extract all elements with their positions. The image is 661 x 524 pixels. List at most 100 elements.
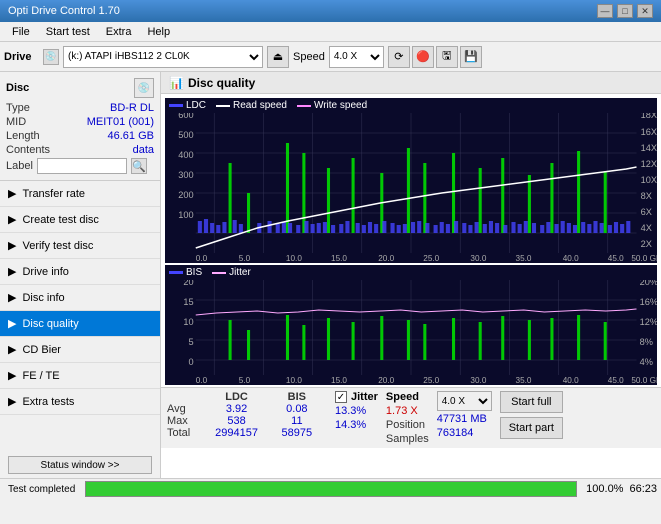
toolbar-btn-3[interactable]: 🖫	[436, 46, 458, 68]
nav-items: ▶ Transfer rate ▶ Create test disc ▶ Ver…	[0, 181, 160, 450]
disc-label-row: Label 🔍	[6, 158, 154, 174]
total-ldc-val: 2994157	[206, 427, 266, 439]
eject-button[interactable]: ⏏	[267, 46, 289, 68]
svg-text:16X: 16X	[641, 127, 657, 137]
svg-text:20.0: 20.0	[378, 254, 394, 263]
svg-text:0.0: 0.0	[196, 254, 208, 263]
nav-extra-tests[interactable]: ▶ Extra tests	[0, 389, 160, 415]
toolbar-btn-1[interactable]: ⟳	[388, 46, 410, 68]
progress-bar-outer	[85, 481, 577, 497]
menu-file[interactable]: File	[4, 24, 38, 40]
read-speed-legend-label: Read speed	[233, 100, 287, 111]
svg-text:0.0: 0.0	[196, 376, 208, 385]
disc-type-value: BD-R DL	[110, 102, 154, 114]
max-label: Max	[167, 415, 206, 427]
disc-panel-title: Disc	[6, 82, 29, 94]
bottom-status-bar: Test completed 100.0% 66:23	[0, 478, 661, 524]
disc-label-browse-button[interactable]: 🔍	[131, 158, 147, 174]
svg-text:300: 300	[178, 170, 193, 180]
maximize-button[interactable]: □	[617, 4, 633, 18]
speed-samples-row: Samples	[386, 433, 429, 445]
speed-section: Speed 1.73 X Position Samples	[386, 391, 429, 445]
legend-jitter: Jitter	[212, 267, 251, 278]
svg-text:20: 20	[183, 280, 193, 287]
drive-selector[interactable]: (k:) ATAPI iHBS112 2 CL0K	[63, 46, 263, 68]
svg-text:20%: 20%	[640, 280, 657, 287]
nav-verify-test-disc-label: Verify test disc	[22, 240, 93, 252]
nav-transfer-rate[interactable]: ▶ Transfer rate	[0, 181, 160, 207]
speed-avg-row: 1.73 X	[386, 405, 429, 417]
nav-cd-bier[interactable]: ▶ CD Bier	[0, 337, 160, 363]
menu-extra[interactable]: Extra	[98, 24, 140, 40]
toolbar-btn-2[interactable]: 🔴	[412, 46, 434, 68]
disc-label-label: Label	[6, 160, 33, 172]
avg-label: Avg	[167, 403, 206, 415]
nav-transfer-rate-icon: ▶	[8, 187, 16, 200]
svg-text:16%: 16%	[640, 297, 657, 307]
top-chart-legend: LDC Read speed Write speed	[165, 98, 657, 113]
max-ldc-val: 538	[206, 415, 266, 427]
nav-disc-quality[interactable]: ▶ Disc quality	[0, 311, 160, 337]
svg-text:200: 200	[178, 190, 193, 200]
minimize-button[interactable]: —	[597, 4, 613, 18]
disc-panel: Disc 💿 Type BD-R DL MID MEIT01 (001) Len…	[0, 72, 160, 181]
disc-length-row: Length 46.61 GB	[6, 130, 154, 142]
speed-x-selector[interactable]: 4.0 X	[437, 391, 492, 411]
nav-transfer-rate-label: Transfer rate	[22, 188, 85, 200]
status-window-button[interactable]: Status window >>	[8, 456, 152, 474]
svg-text:10.0: 10.0	[286, 254, 302, 263]
legend-read-speed: Read speed	[216, 100, 287, 111]
stats-empty-col	[167, 391, 206, 403]
start-full-button[interactable]: Start full	[500, 391, 563, 413]
bis-header: BIS	[267, 391, 327, 403]
svg-text:12%: 12%	[640, 317, 657, 327]
svg-text:15.0: 15.0	[331, 254, 347, 263]
svg-text:8%: 8%	[640, 337, 653, 347]
nav-fe-te[interactable]: ▶ FE / TE	[0, 363, 160, 389]
nav-extra-tests-label: Extra tests	[22, 396, 74, 408]
svg-text:5.0: 5.0	[239, 254, 251, 263]
bis-legend-color	[169, 271, 183, 274]
svg-text:4X: 4X	[641, 223, 652, 233]
svg-text:45.0: 45.0	[608, 254, 624, 263]
close-button[interactable]: ✕	[637, 4, 653, 18]
main-content: Disc 💿 Type BD-R DL MID MEIT01 (001) Len…	[0, 72, 661, 478]
status-completed-text: Test completed	[4, 482, 79, 497]
nav-drive-info-label: Drive info	[22, 266, 68, 278]
total-bis-val: 58975	[267, 427, 327, 439]
nav-verify-test-disc[interactable]: ▶ Verify test disc	[0, 233, 160, 259]
menu-bar: File Start test Extra Help	[0, 22, 661, 42]
jitter-checkbox[interactable]: ✓	[335, 391, 347, 403]
menu-help[interactable]: Help	[139, 24, 178, 40]
nav-create-test-disc-icon: ▶	[8, 213, 16, 226]
toolbar-buttons: ⟳ 🔴 🖫 💾	[388, 46, 482, 68]
progress-percent: 100.0%	[583, 483, 623, 495]
title-bar: Opti Drive Control 1.70 — □ ✕	[0, 0, 661, 22]
ldc-header: LDC	[206, 391, 266, 403]
svg-text:10X: 10X	[641, 175, 657, 185]
svg-text:14X: 14X	[641, 143, 657, 153]
svg-text:25.0: 25.0	[423, 376, 439, 385]
nav-disc-info[interactable]: ▶ Disc info	[0, 285, 160, 311]
speed-selector[interactable]: 4.0 X	[329, 46, 384, 68]
disc-label-input[interactable]	[37, 158, 127, 174]
pos-val: 47731 MB	[437, 413, 487, 425]
svg-text:4%: 4%	[640, 357, 653, 367]
nav-create-test-disc[interactable]: ▶ Create test disc	[0, 207, 160, 233]
window-controls: — □ ✕	[597, 4, 653, 18]
toolbar-btn-save[interactable]: 💾	[460, 46, 482, 68]
disc-mid-row: MID MEIT01 (001)	[6, 116, 154, 128]
bottom-chart-container: BIS Jitter	[165, 265, 657, 385]
start-part-button[interactable]: Start part	[500, 417, 563, 439]
disc-header: Disc 💿	[6, 78, 154, 98]
stats-row: LDC BIS Avg 3.92 0.08 Max 538 11 Total	[161, 387, 661, 448]
svg-text:40.0: 40.0	[563, 254, 579, 263]
menu-start-test[interactable]: Start test	[38, 24, 98, 40]
svg-text:10.0: 10.0	[286, 376, 302, 385]
disc-contents-row: Contents data	[6, 144, 154, 156]
stats-max-row: Max 538 11	[167, 415, 327, 427]
nav-drive-info[interactable]: ▶ Drive info	[0, 259, 160, 285]
write-speed-legend-label: Write speed	[314, 100, 367, 111]
svg-text:12X: 12X	[641, 159, 657, 169]
progress-container: Test completed 100.0% 66:23	[0, 479, 661, 499]
